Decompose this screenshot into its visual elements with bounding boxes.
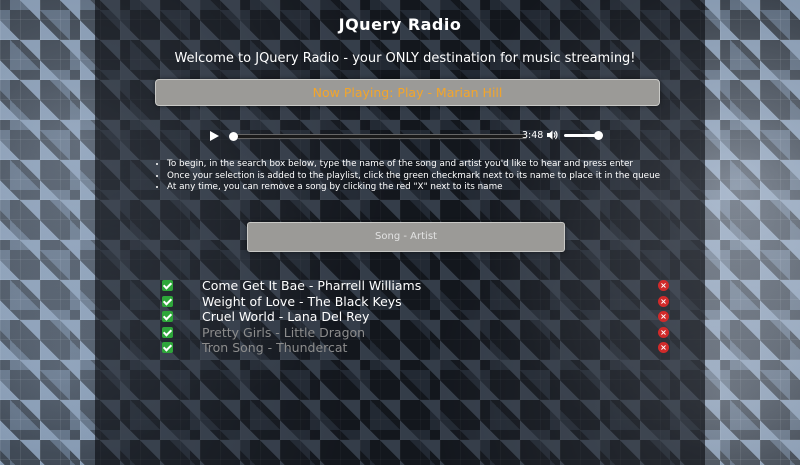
instruction-item: Once your selection is added to the play… <box>167 171 660 183</box>
remove-icon[interactable]: × <box>658 280 669 291</box>
audio-player: 3:48 <box>210 128 605 144</box>
playlist: Come Get It Bae - Pharrell Williams × We… <box>162 278 672 356</box>
volume-slider[interactable] <box>564 131 603 140</box>
song-label: Tron Song - Thundercat <box>202 340 348 355</box>
instruction-item: At any time, you can remove a song by cl… <box>167 182 660 194</box>
remove-icon[interactable]: × <box>658 342 669 353</box>
instruction-item: To begin, in the search box below, type … <box>167 159 660 171</box>
song-label: Pretty Girls - Little Dragon <box>202 324 366 340</box>
welcome-text: Welcome to JQuery Radio - your ONLY dest… <box>174 51 636 66</box>
progress-bar[interactable] <box>229 132 527 141</box>
playlist-item: Pretty Girls - Little Dragon × <box>162 325 672 341</box>
remove-icon[interactable]: × <box>658 311 669 322</box>
play-icon[interactable] <box>210 131 219 141</box>
remove-icon[interactable]: × <box>658 326 669 338</box>
progress-handle[interactable] <box>229 132 238 141</box>
checkmark-icon[interactable] <box>162 311 173 322</box>
playlist-item: Weight of Love - The Black Keys × <box>162 294 672 310</box>
search-input[interactable] <box>247 222 565 252</box>
song-label: Cruel World - Lana Del Rey <box>202 309 370 324</box>
now-playing-bar: Now Playing: Play - Marian Hill <box>155 79 660 106</box>
playlist-item: Tron Song - Thundercat × <box>162 340 672 356</box>
song-label: Weight of Love - The Black Keys <box>202 293 402 309</box>
checkmark-icon[interactable] <box>162 342 173 353</box>
playlist-item: Cruel World - Lana Del Rey × <box>162 309 672 325</box>
song-label: Come Get It Bae - Pharrell Williams <box>202 278 422 293</box>
instructions-list: To begin, in the search box below, type … <box>151 159 660 194</box>
time-readout: 3:48 <box>522 130 544 141</box>
volume-icon[interactable] <box>546 129 558 141</box>
checkmark-icon[interactable] <box>162 326 173 338</box>
page-title: JQuery Radio <box>338 15 462 34</box>
checkmark-icon[interactable] <box>162 295 173 307</box>
playlist-item: Come Get It Bae - Pharrell Williams × <box>162 278 672 294</box>
checkmark-icon[interactable] <box>162 280 173 291</box>
volume-handle[interactable] <box>593 131 603 140</box>
remove-icon[interactable]: × <box>658 295 669 307</box>
